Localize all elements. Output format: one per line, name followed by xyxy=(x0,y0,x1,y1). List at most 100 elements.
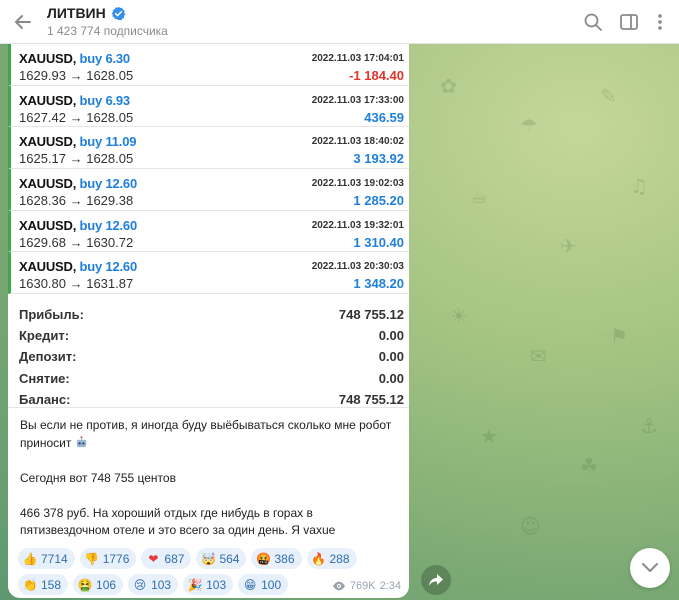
back-arrow-icon[interactable] xyxy=(10,9,36,35)
trade-row: XAUUSD, buy 6.30 1629.93 → 1628.05 2022.… xyxy=(8,44,409,86)
doodle-icon: ✈ xyxy=(560,234,577,258)
trade-profit: -1 184.40 xyxy=(349,68,404,83)
message-text: Вы если не против, я иногда буду выёбыва… xyxy=(20,417,398,557)
sidebar-toggle-icon[interactable] xyxy=(619,12,639,32)
chat-header: ЛИТВИН 1 423 774 подписчика xyxy=(0,0,679,44)
trade-time: 2022.11.03 18:40:02 xyxy=(311,136,404,148)
trade-row: XAUUSD, buy 12.60 1628.36 → 1629.38 2022… xyxy=(8,169,409,211)
trade-symbol: XAUUSD, xyxy=(19,259,77,275)
reaction-count: 687 xyxy=(164,551,185,566)
trade-symbol: XAUUSD, xyxy=(19,51,77,66)
trade-prices: 1630.80 → 1631.87 xyxy=(19,276,134,292)
trade-symbol: XAUUSD, xyxy=(19,92,77,108)
share-button[interactable] xyxy=(421,565,451,595)
doodle-icon: ✿ xyxy=(440,74,457,98)
views-eye-icon xyxy=(332,581,345,591)
doodle-icon: ✉ xyxy=(530,344,547,368)
reaction-count: 7714 xyxy=(41,551,68,566)
reaction-count: 1776 xyxy=(102,551,130,566)
doodle-icon: ☀ xyxy=(450,304,468,328)
trade-time: 2022.11.03 19:02:03 xyxy=(311,178,404,190)
channel-name: ЛИТВИН xyxy=(47,5,106,21)
scroll-to-bottom-button[interactable] xyxy=(630,548,670,588)
reaction-chip[interactable]: 🤯 564 xyxy=(196,548,247,569)
trade-profit: 1 348.20 xyxy=(353,276,404,292)
angry-face-icon: 🤬 xyxy=(256,551,271,566)
reaction-chip[interactable]: 👎 1776 xyxy=(79,548,137,569)
summary-value: 748 755.12 xyxy=(338,307,404,322)
more-options-icon[interactable] xyxy=(650,12,670,32)
reaction-count: 158 xyxy=(41,577,62,592)
reaction-count: 288 xyxy=(329,551,350,566)
reaction-chip[interactable]: 🎉 103 xyxy=(183,574,234,595)
summary-label: Баланс: xyxy=(19,391,71,407)
doodle-icon: ✎ xyxy=(600,84,617,108)
trade-symbol: XAUUSD, xyxy=(19,134,77,150)
trade-row: XAUUSD, buy 11.09 1625.17 → 1628.05 2022… xyxy=(8,127,409,170)
vomiting-face-icon: 🤮 xyxy=(77,577,93,592)
thumbs-up-icon: 👍 xyxy=(22,551,38,566)
trade-direction: buy 12.60 xyxy=(79,217,138,233)
reaction-chip[interactable]: 👏 158 xyxy=(18,574,69,595)
doodle-icon: ⚓ xyxy=(640,414,658,438)
summary-label: Снятие: xyxy=(19,370,70,386)
trade-prices: 1625.17 → 1628.05 xyxy=(19,151,134,167)
reaction-chip[interactable]: 🔥 288 xyxy=(306,548,357,569)
channel-post: XAUUSD, buy 6.30 1629.93 → 1628.05 2022.… xyxy=(8,44,409,598)
reaction-chip[interactable]: 👍 7714 xyxy=(18,548,75,569)
summary-row: Снятие: 0.00 xyxy=(8,368,409,389)
summary-value: 0.00 xyxy=(378,328,404,344)
clapping-hands-icon: 👏 xyxy=(22,577,38,592)
chevron-down-icon xyxy=(642,563,658,572)
reaction-count: 564 xyxy=(219,551,240,566)
trade-direction: buy 12.60 xyxy=(79,176,138,192)
trade-profit: 1 285.20 xyxy=(353,193,404,209)
channel-title[interactable]: ЛИТВИН xyxy=(47,5,126,21)
summary-label: Депозит: xyxy=(19,349,77,365)
reaction-chip[interactable]: 🤮 106 xyxy=(73,574,124,595)
summary-row: Прибыль: 748 755.12 xyxy=(8,304,409,325)
trade-report-image: XAUUSD, buy 6.30 1629.93 → 1628.05 2022.… xyxy=(8,44,409,295)
message-paragraph: Сегодня вот 748 755 центов xyxy=(20,470,176,485)
account-summary: Прибыль: 748 755.12 Кредит: 0.00 Депозит… xyxy=(8,304,409,410)
exploding-head-icon: 🤯 xyxy=(200,551,216,566)
doodle-icon: ☕ xyxy=(470,184,488,208)
robot-emoji-icon xyxy=(76,435,86,447)
doodle-icon: ☺ xyxy=(520,514,541,538)
reaction-count: 103 xyxy=(151,577,172,592)
reaction-chip[interactable]: 😢 103 xyxy=(128,574,179,595)
trade-symbol: XAUUSD, xyxy=(19,217,77,233)
trade-direction: buy 6.93 xyxy=(79,92,131,108)
doodle-icon: ☘ xyxy=(580,454,598,478)
reaction-chip[interactable]: 🤬 386 xyxy=(251,548,302,569)
reactions-bar: 👍 7714 👎 1776 ❤ 687 🤯 564 🤬 386 🔥 288 👏 158 🤮 10… xyxy=(18,548,378,598)
reaction-chip[interactable]: 😁 100 xyxy=(238,574,289,595)
message-time: 2:34 xyxy=(379,580,401,592)
doodle-icon: ♫ xyxy=(630,174,648,198)
trade-profit: 436.59 xyxy=(364,109,404,125)
trade-prices: 1629.68 → 1630.72 xyxy=(19,234,134,250)
summary-label: Прибыль: xyxy=(19,307,84,322)
message-meta: 769K 2:34 xyxy=(332,580,401,592)
trade-row: XAUUSD, buy 12.60 1630.80 → 1631.87 2022… xyxy=(8,252,409,295)
trade-prices: 1628.36 → 1629.38 xyxy=(19,193,134,209)
search-icon[interactable] xyxy=(583,12,603,32)
summary-row: Депозит: 0.00 xyxy=(8,346,409,367)
trade-time: 2022.11.03 20:30:03 xyxy=(311,261,404,273)
fire-icon: 🔥 xyxy=(311,551,326,566)
trade-time: 2022.11.03 19:32:01 xyxy=(311,219,404,231)
summary-value: 748 755.12 xyxy=(338,391,404,407)
trade-profit: 3 193.92 xyxy=(353,151,404,167)
summary-value: 0.00 xyxy=(378,349,404,365)
message-paragraph: 466 378 руб. На хороший отдых где нибудь… xyxy=(20,505,336,538)
summary-row: Кредит: 0.00 xyxy=(8,325,409,346)
view-count: 769K xyxy=(349,580,376,592)
doodle-icon: ★ xyxy=(480,424,498,448)
trade-time: 2022.11.03 17:33:00 xyxy=(311,94,404,106)
reaction-chip[interactable]: ❤ 687 xyxy=(141,548,192,569)
trade-prices: 1629.93 → 1628.05 xyxy=(19,68,134,83)
divider xyxy=(8,407,409,408)
crying-face-icon: 😢 xyxy=(133,577,147,592)
heart-icon: ❤ xyxy=(148,551,159,566)
doodle-icon: ☂ xyxy=(520,114,538,138)
